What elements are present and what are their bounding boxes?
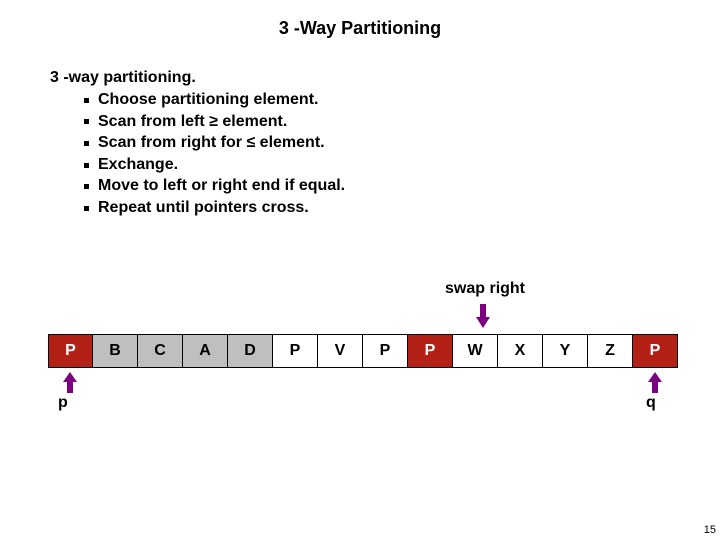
array-cells: P B C A D P V P P W X Y Z P xyxy=(48,334,678,368)
bullet-item: Repeat until pointers cross. xyxy=(84,197,720,219)
array-cell: P xyxy=(633,334,678,368)
bullet-item: Choose partitioning element. xyxy=(84,89,720,111)
section-heading: 3 -way partitioning. xyxy=(50,69,720,87)
array-cell: W xyxy=(453,334,498,368)
array-cell: X xyxy=(498,334,543,368)
array-cell: P xyxy=(363,334,408,368)
array-cell: P xyxy=(408,334,453,368)
array-cell: P xyxy=(48,334,93,368)
pointer-p-label: p xyxy=(58,394,68,412)
array-cell: Y xyxy=(543,334,588,368)
bullet-item: Exchange. xyxy=(84,154,720,176)
bullet-item: Move to left or right end if equal. xyxy=(84,175,720,197)
up-arrow-icon xyxy=(648,372,662,394)
array-cell: C xyxy=(138,334,183,368)
down-arrow-icon xyxy=(476,304,490,328)
pointer-q-label: q xyxy=(646,394,656,412)
array-cell: B xyxy=(93,334,138,368)
bullet-list: Choose partitioning element. Scan from l… xyxy=(50,89,720,219)
array-cell: V xyxy=(318,334,363,368)
bullet-item: Scan from right for ≤ element. xyxy=(84,132,720,154)
array-cell: Z xyxy=(588,334,633,368)
page-number: 15 xyxy=(704,524,716,536)
up-arrow-icon xyxy=(63,372,77,394)
page-title: 3 -Way Partitioning xyxy=(0,0,720,39)
array-cell: A xyxy=(183,334,228,368)
array-cell: P xyxy=(273,334,318,368)
swap-label: swap right xyxy=(445,280,525,298)
array-cell: D xyxy=(228,334,273,368)
bullet-item: Scan from left ≥ element. xyxy=(84,111,720,133)
content-block: 3 -way partitioning. Choose partitioning… xyxy=(0,39,720,219)
